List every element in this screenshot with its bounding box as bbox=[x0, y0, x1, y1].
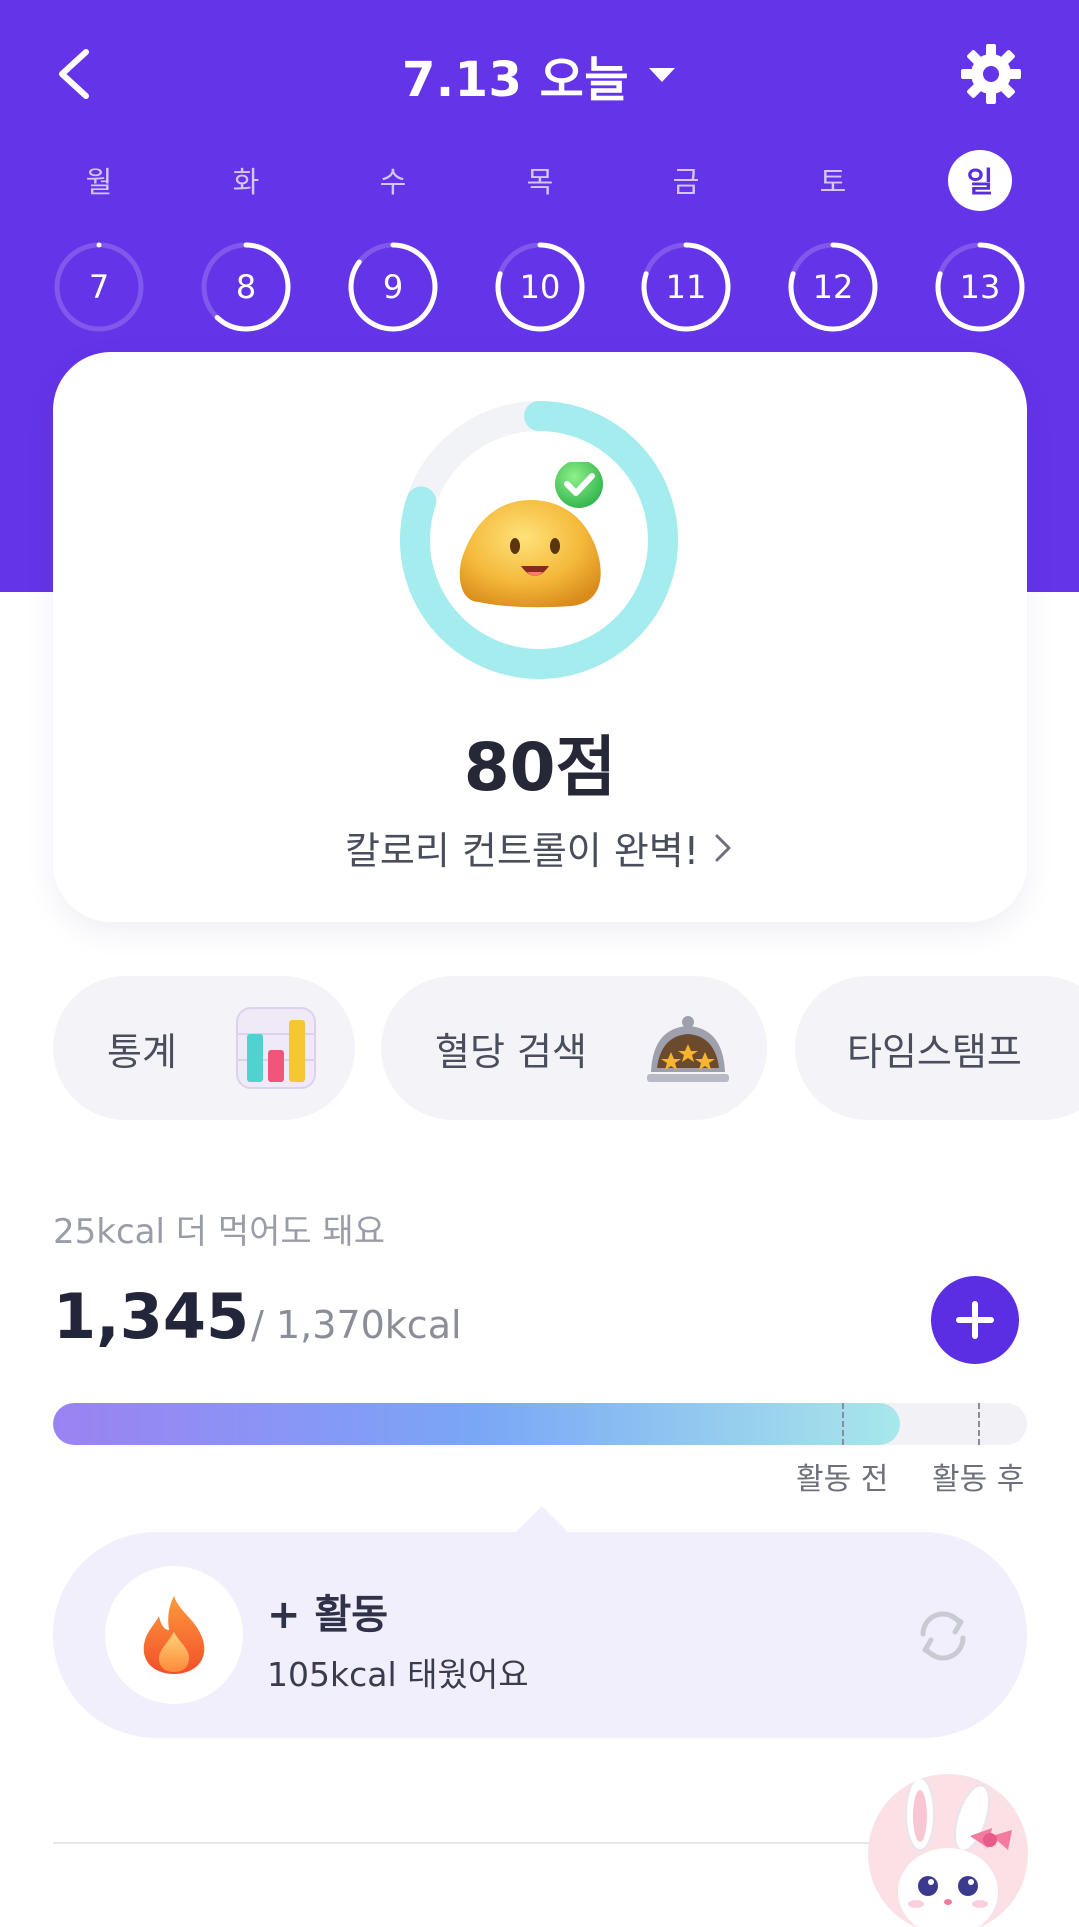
plus-icon bbox=[956, 1301, 994, 1339]
day-progress-ring: 7 bbox=[51, 239, 147, 332]
date-selector[interactable]: 7.13 오늘 bbox=[0, 40, 1079, 110]
bunny-avatar-icon bbox=[898, 1777, 1012, 1927]
kcal-current: 1,345 bbox=[53, 1280, 250, 1353]
day-progress-ring: 9 bbox=[345, 239, 441, 332]
activity-pointer bbox=[516, 1506, 568, 1532]
chevron-right-icon bbox=[715, 834, 731, 861]
activity-title: + 활동 bbox=[267, 1592, 389, 1638]
marker-before-activity bbox=[842, 1403, 844, 1445]
day-number: 12 bbox=[812, 267, 854, 306]
kcal-goal: / 1,370kcal bbox=[251, 1303, 462, 1347]
fire-icon bbox=[143, 1596, 205, 1674]
chip-timestamp[interactable]: 타임스탬프 bbox=[795, 976, 1079, 1120]
chip-statistics[interactable]: 통계 bbox=[53, 976, 355, 1120]
kcal-progress-fill bbox=[53, 1403, 901, 1445]
day-label: 화 bbox=[232, 165, 260, 200]
happy-blob-mascot-icon bbox=[459, 462, 603, 608]
gear-icon bbox=[961, 44, 1021, 104]
day-8[interactable]: 화8 bbox=[196, 150, 296, 332]
score-card[interactable]: 80점 칼로리 컨트롤이 완벽! bbox=[53, 352, 1027, 922]
day-label: 금 bbox=[672, 165, 700, 200]
chip-label: 통계 bbox=[107, 1029, 177, 1074]
score-message-link[interactable]: 칼로리 컨트롤이 완벽! bbox=[53, 820, 1027, 875]
section-divider bbox=[53, 1842, 893, 1844]
day-progress-ring: 10 bbox=[492, 239, 588, 332]
chip-blood-sugar-search[interactable]: 혈당 검색 bbox=[381, 976, 767, 1120]
activity-burned: 105kcal 태웠어요 bbox=[267, 1655, 529, 1694]
label-after-activity: 활동 후 bbox=[932, 1462, 1025, 1497]
score-value: 80점 bbox=[463, 729, 617, 806]
page: 7.13 오늘 월7화8수9목10 금 11 토 12 일 13 80점 칼로리… bbox=[0, 0, 1079, 1927]
day-label: 수 bbox=[379, 165, 407, 200]
page-title: 7.13 오늘 bbox=[402, 52, 629, 108]
activity-card[interactable]: + 활동 105kcal 태웠어요 bbox=[53, 1532, 1027, 1738]
day-12[interactable]: 토 12 bbox=[783, 150, 883, 332]
add-meal-button[interactable] bbox=[931, 1276, 1019, 1364]
score-message: 칼로리 컨트롤이 완벽! bbox=[344, 829, 700, 873]
day-label: 목 bbox=[526, 165, 554, 200]
day-11[interactable]: 금 11 bbox=[636, 150, 736, 332]
day-7[interactable]: 월7 bbox=[49, 150, 149, 332]
kcal-remaining-hint: 25kcal 더 먹어도 돼요 bbox=[53, 1212, 386, 1252]
sync-button[interactable] bbox=[911, 1604, 975, 1668]
day-progress-ring: 8 bbox=[198, 239, 294, 332]
day-number: 13 bbox=[959, 267, 1001, 306]
quick-actions: 통계 혈당 검색 타임스탬프 bbox=[53, 976, 1079, 1120]
kcal-summary: 1,345 / 1,370kcal bbox=[53, 1280, 462, 1360]
day-label: 일 bbox=[948, 150, 1012, 211]
day-number: 11 bbox=[665, 267, 707, 306]
top-bar: 7.13 오늘 bbox=[0, 0, 1079, 150]
day-number: 10 bbox=[519, 267, 561, 306]
week-strip: 월 7 화 8 수 9 목 10 금 11 토 12 일 13 bbox=[0, 150, 1079, 332]
day-10[interactable]: 목 10 bbox=[490, 150, 590, 332]
food-cloche-icon bbox=[647, 1016, 729, 1082]
caret-down-icon bbox=[648, 68, 675, 82]
chip-label: 타임스탬프 bbox=[847, 1029, 1022, 1074]
day-13[interactable]: 일 13 bbox=[930, 150, 1030, 332]
day-number: 7 bbox=[88, 267, 110, 306]
label-before-activity: 활동 전 bbox=[796, 1462, 889, 1497]
assistant-button[interactable] bbox=[868, 1774, 1028, 1927]
marker-after-activity bbox=[978, 1403, 980, 1445]
chip-label: 혈당 검색 bbox=[435, 1029, 587, 1074]
day-progress-ring: 11 bbox=[638, 239, 734, 332]
day-number: 8 bbox=[235, 267, 257, 306]
kcal-progress-bar bbox=[53, 1403, 1027, 1445]
fire-badge bbox=[105, 1566, 243, 1704]
day-progress-ring: 13 bbox=[932, 239, 1028, 332]
day-9[interactable]: 수9 bbox=[343, 150, 443, 332]
settings-button[interactable] bbox=[959, 42, 1023, 106]
day-label: 월 bbox=[85, 165, 113, 200]
day-label: 토 bbox=[819, 165, 847, 200]
refresh-icon bbox=[920, 1611, 966, 1661]
bar-chart-icon bbox=[236, 1007, 316, 1089]
day-number: 9 bbox=[382, 267, 404, 306]
day-progress-ring: 12 bbox=[785, 239, 881, 332]
